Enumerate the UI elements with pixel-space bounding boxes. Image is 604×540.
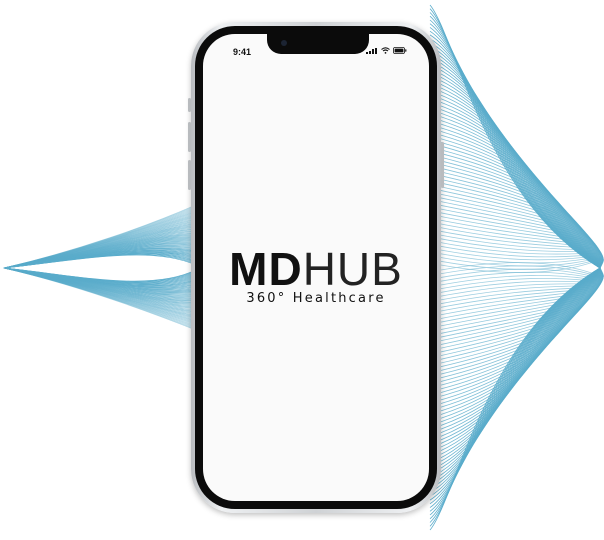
phone-side-button-volume-down bbox=[188, 160, 191, 190]
logo-wordmark: MDHUB bbox=[203, 246, 429, 292]
status-bar-icons bbox=[366, 47, 407, 54]
phone-side-button-power bbox=[441, 142, 444, 188]
status-bar-time: 9:41 bbox=[233, 47, 252, 57]
right-wave-fan bbox=[429, 4, 604, 531]
phone-screen: 9:41 MDHUB 360° Healthcare bbox=[203, 34, 429, 501]
left-wave-line bbox=[3, 253, 197, 283]
cellular-signal-icon bbox=[366, 47, 378, 54]
mdhub-logo: MDHUB 360° Healthcare bbox=[203, 246, 429, 306]
phone-side-button-volume-up bbox=[188, 122, 191, 152]
front-camera-icon bbox=[281, 40, 287, 46]
left-wave-fan bbox=[3, 204, 197, 331]
phone-side-button-silent bbox=[188, 98, 191, 112]
smartphone-mockup: 9:41 MDHUB 360° Healthcare bbox=[188, 22, 444, 513]
wifi-icon bbox=[381, 47, 390, 54]
left-wave-line bbox=[3, 254, 197, 282]
battery-icon bbox=[393, 47, 407, 54]
phone-bezel: 9:41 MDHUB 360° Healthcare bbox=[195, 26, 437, 509]
phone-notch bbox=[267, 34, 369, 54]
logo-hub-text: HUB bbox=[302, 243, 403, 295]
left-wave-line bbox=[3, 254, 197, 282]
logo-md-text: MD bbox=[229, 243, 303, 295]
left-wave-line bbox=[3, 253, 197, 283]
